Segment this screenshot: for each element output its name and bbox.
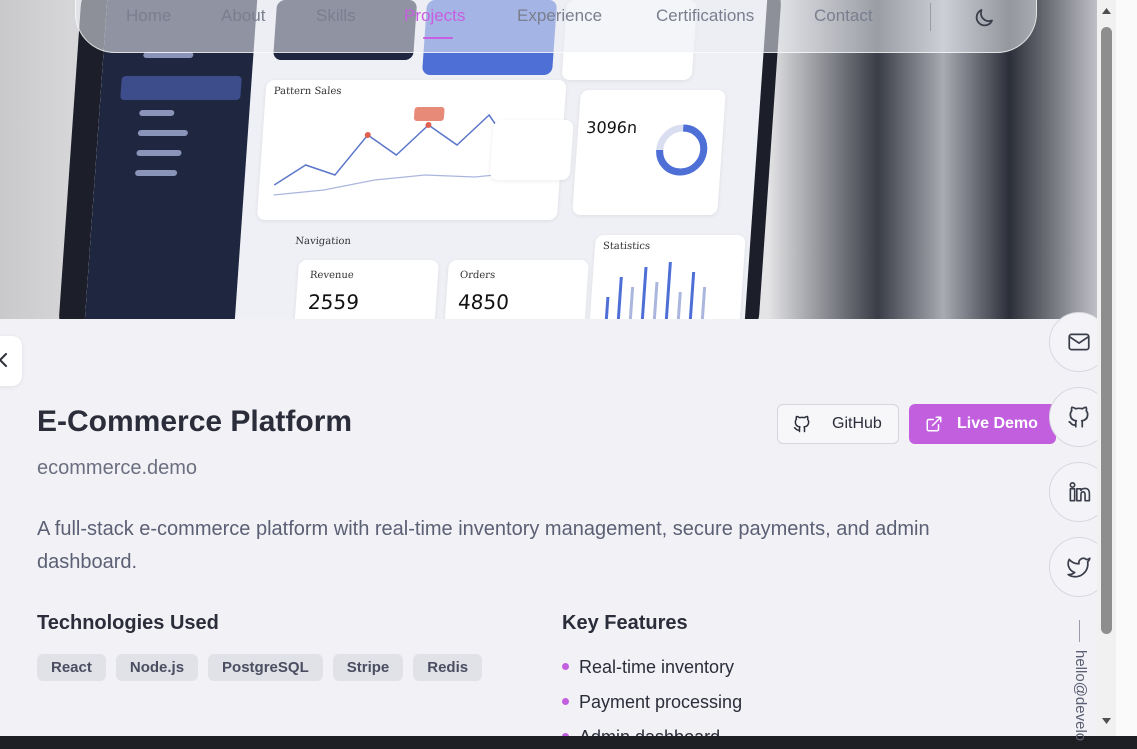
mock-popup <box>489 120 574 180</box>
nav-divider <box>930 3 931 31</box>
right-edge <box>1116 0 1137 736</box>
tech-tag: Stripe <box>332 654 404 681</box>
mock-sidebar-line <box>136 150 182 156</box>
key-features-heading: Key Features <box>562 612 688 634</box>
mock-sidebar-active <box>120 76 242 100</box>
feature-item: Admin dashboard <box>562 725 742 736</box>
mock-panel-title: Statistics <box>602 241 651 252</box>
mock-metric-value: 4850 <box>457 290 510 314</box>
github-icon <box>793 415 810 433</box>
tech-tag: Redis <box>413 654 483 681</box>
nav-projects[interactable]: Projects <box>404 6 465 26</box>
mock-donut-value: 3096n <box>585 118 638 137</box>
mock-sidebar-line <box>137 130 189 136</box>
live-demo-button[interactable]: Live Demo <box>909 404 1056 444</box>
feature-item: Payment processing <box>562 690 742 725</box>
scroll-up-arrow-icon[interactable] <box>1101 6 1112 16</box>
live-demo-button-label: Live Demo <box>957 415 1038 432</box>
nav-home[interactable]: Home <box>126 6 171 26</box>
mock-metric-label: Orders <box>459 270 496 281</box>
nav-contact[interactable]: Contact <box>814 6 873 26</box>
mock-sidebar-line <box>139 110 175 116</box>
twitter-icon <box>1067 557 1091 578</box>
tech-tag: Node.js <box>115 654 199 681</box>
external-link-icon <box>926 416 942 432</box>
mock-donut-chart <box>656 124 708 176</box>
page: Pattern Sales 3096n Navigation Revenue 2… <box>0 0 1137 749</box>
mock-metric-card-2: Orders 4850 <box>444 260 590 319</box>
mock-metric-label: Revenue <box>309 270 355 281</box>
mock-metric-value: 2559 <box>307 290 360 314</box>
scrollbar[interactable] <box>1097 0 1116 736</box>
github-icon <box>1068 406 1089 428</box>
top-navigation: Home About Skills Projects Experience Ce… <box>75 0 1037 53</box>
email-divider-line <box>1079 620 1080 642</box>
mock-section-title: Navigation <box>294 236 352 247</box>
project-description: A full-stack e-commerce platform with re… <box>37 518 930 573</box>
technologies-heading: Technologies Used <box>37 612 219 634</box>
project-domain: ecommerce.demo <box>37 457 198 479</box>
nav-experience[interactable]: Experience <box>517 6 602 26</box>
tech-tag: React <box>37 654 106 681</box>
mock-metric-card-1: Revenue 2559 <box>294 260 440 319</box>
nav-certifications[interactable]: Certifications <box>656 6 754 26</box>
nav-about[interactable]: About <box>221 6 265 26</box>
bottom-backdrop <box>0 736 1137 749</box>
mock-donut-card: 3096n <box>572 90 726 215</box>
mock-bar-chart <box>604 262 707 319</box>
tech-tag: PostgreSQL <box>208 654 323 681</box>
project-title: E-Commerce Platform <box>37 405 353 438</box>
back-button[interactable] <box>0 336 22 386</box>
mock-bar-card: Statistics <box>589 235 746 319</box>
nav-skills[interactable]: Skills <box>316 6 356 26</box>
mock-chart-title: Pattern Sales <box>273 86 342 97</box>
project-details-panel: E-Commerce Platform ecommerce.demo GitHu… <box>0 319 1097 736</box>
technology-tags: React Node.js PostgreSQL Stripe Redis <box>37 654 483 681</box>
feature-item: Real-time inventory <box>562 655 742 690</box>
chevron-left-icon <box>0 353 7 367</box>
scrollbar-thumb[interactable] <box>1101 27 1112 634</box>
mail-icon <box>1068 333 1090 351</box>
nav-active-indicator <box>423 37 453 39</box>
moon-icon[interactable] <box>972 6 996 30</box>
linkedin-icon <box>1069 481 1091 502</box>
scroll-down-arrow-icon[interactable] <box>1101 716 1112 726</box>
feature-list: Real-time inventory Payment processing A… <box>562 655 742 736</box>
github-button-label: GitHub <box>832 415 882 432</box>
github-button[interactable]: GitHub <box>777 404 899 444</box>
email-link[interactable]: hello@develo <box>1072 650 1089 741</box>
mock-sidebar-line <box>134 170 178 176</box>
